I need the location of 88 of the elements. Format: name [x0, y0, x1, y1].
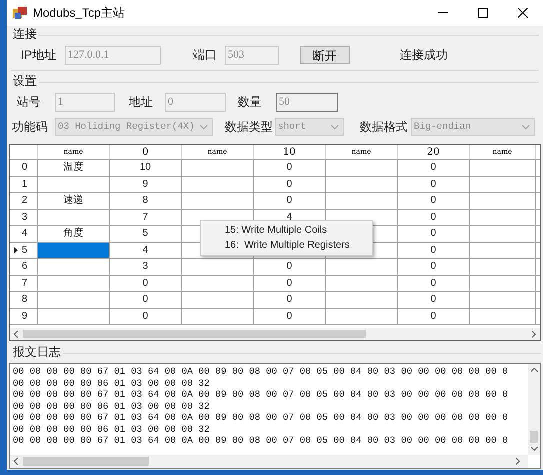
table-cell[interactable]: 7 — [110, 210, 182, 225]
table-cell[interactable]: 速递 — [38, 193, 110, 208]
field-label: 数据类型 — [225, 119, 274, 136]
dropdown-value: short — [277, 120, 308, 134]
table-cell[interactable]: 0 — [254, 276, 326, 291]
table-cell[interactable]: 10 — [110, 160, 182, 176]
menu-item[interactable]: 16: Write Multiple Registers — [201, 238, 372, 253]
row-header: 6 — [22, 260, 28, 274]
table-cell[interactable]: 0 — [398, 210, 470, 225]
dropdown-value: 03 Holiding Register(4X) — [57, 120, 196, 134]
row-header: 7 — [22, 276, 28, 291]
dropdown-value: Big-endian — [413, 120, 472, 134]
table-cell[interactable]: 0 — [398, 242, 470, 258]
table-cell[interactable]: 角度 — [38, 226, 110, 242]
table-cell[interactable]: 0 — [110, 308, 182, 324]
row-header: 9 — [22, 310, 28, 324]
table-cell[interactable]: 0 — [110, 276, 182, 291]
scrollbar-thumb[interactable] — [530, 431, 538, 443]
app-icon — [13, 6, 27, 20]
log-line: 00 00 00 00 00 67 01 03 64 00 0A 00 09 00 08 00 07 00 05 00 04 00 03 00 00 00 00 00 00 0 — [13, 389, 508, 400]
table-cell[interactable]: 5 — [110, 226, 182, 242]
table-cell[interactable]: 0 — [254, 160, 326, 176]
maximize-icon[interactable] — [478, 8, 488, 18]
chevron-left-icon[interactable] — [14, 458, 18, 465]
table-cell[interactable]: 0 — [398, 259, 470, 274]
field-label: 数量 — [238, 94, 263, 111]
field-label: 数据格式 — [360, 119, 409, 136]
row-header: 5 — [22, 244, 28, 258]
table-cell[interactable]: 0 — [254, 193, 326, 208]
vertical-scrollbar[interactable] — [528, 364, 540, 455]
field-label: 站号 — [17, 94, 42, 111]
log-line: 00 00 00 00 00 67 01 03 64 00 0A 00 09 00 08 00 07 00 05 00 04 00 03 00 00 00 00 00 00 0 — [13, 412, 508, 424]
table-cell[interactable] — [38, 242, 110, 258]
close-icon[interactable] — [518, 8, 528, 18]
table-cell[interactable]: 4 — [110, 242, 182, 258]
table-cell[interactable]: 0 — [398, 292, 470, 308]
field-label: 地址 — [129, 94, 154, 111]
group-title: 设置 — [12, 73, 38, 90]
log-line: 00 00 00 00 00 06 01 03 00 00 00 32 — [13, 378, 210, 389]
table-cell[interactable]: 0 — [254, 292, 326, 308]
table-cell[interactable]: 0 — [254, 308, 326, 324]
disconnect-button[interactable]: 断开 — [300, 46, 350, 64]
row-header: 1 — [22, 178, 28, 192]
log-line: 00 00 00 00 00 06 01 03 00 00 00 32 — [13, 400, 210, 412]
chevron-right-icon[interactable] — [516, 458, 520, 465]
field-label: 端口 — [193, 47, 218, 64]
log-line: 00 00 00 00 00 06 01 03 00 00 00 32 — [13, 424, 210, 435]
row-header: 2 — [22, 194, 28, 208]
table-cell[interactable]: 0 — [254, 176, 326, 192]
table-cell[interactable]: 0 — [398, 276, 470, 291]
table-cell[interactable]: 温度 — [38, 160, 110, 176]
row-header: 4 — [22, 227, 28, 242]
group-title: 报文日志 — [12, 344, 62, 361]
table-cell[interactable]: 0 — [254, 259, 326, 274]
table-cell[interactable]: 0 — [398, 160, 470, 176]
column-header[interactable]: 20 — [398, 145, 470, 159]
scrollbar-thumb[interactable] — [23, 330, 366, 338]
menu-item[interactable]: 15: Write Multiple Coils — [201, 223, 372, 238]
table-cell[interactable]: 9 — [110, 176, 182, 192]
chevron-left-icon[interactable] — [14, 330, 18, 338]
chevron-down-icon — [331, 124, 339, 130]
chevron-right-icon[interactable] — [532, 330, 536, 338]
chevron-up-icon[interactable] — [530, 368, 538, 372]
chevron-down-icon — [522, 124, 530, 130]
table-cell[interactable]: 3 — [110, 259, 182, 274]
table-cell[interactable]: 0 — [398, 176, 470, 192]
row-header: 8 — [22, 293, 28, 308]
table-cell[interactable]: 0 — [398, 308, 470, 324]
horizontal-scrollbar[interactable] — [10, 455, 528, 468]
scrollbar-thumb[interactable] — [23, 457, 149, 466]
table-cell[interactable]: 0 — [398, 226, 470, 242]
row-header: 3 — [22, 210, 28, 225]
status-text: 连接成功 — [400, 47, 448, 64]
log-line: 00 00 00 00 00 67 01 03 64 00 0A 00 09 00 08 00 07 00 05 00 04 00 03 00 00 00 00 00 00 0 — [13, 435, 508, 446]
column-header[interactable]: 10 — [254, 145, 326, 159]
log-line: 00 00 00 00 00 67 01 03 64 00 0A 00 09 00 08 00 07 00 05 00 04 00 03 00 00 00 00 00 00 0 — [13, 366, 508, 378]
group-title: 连接 — [12, 26, 38, 43]
horizontal-scrollbar[interactable] — [10, 328, 540, 340]
row-header: 0 — [22, 161, 28, 176]
field-label: 功能码 — [12, 119, 49, 136]
window-title: Modubs_Tcp主站 — [33, 5, 126, 22]
field-label: IP地址 — [21, 47, 58, 64]
column-header[interactable]: 0 — [110, 145, 182, 159]
table-cell[interactable]: 0 — [110, 292, 182, 308]
table-cell[interactable]: 8 — [110, 193, 182, 208]
chevron-down-icon — [200, 124, 208, 130]
table-cell[interactable]: 0 — [398, 193, 470, 208]
chevron-down-icon[interactable] — [530, 447, 538, 451]
